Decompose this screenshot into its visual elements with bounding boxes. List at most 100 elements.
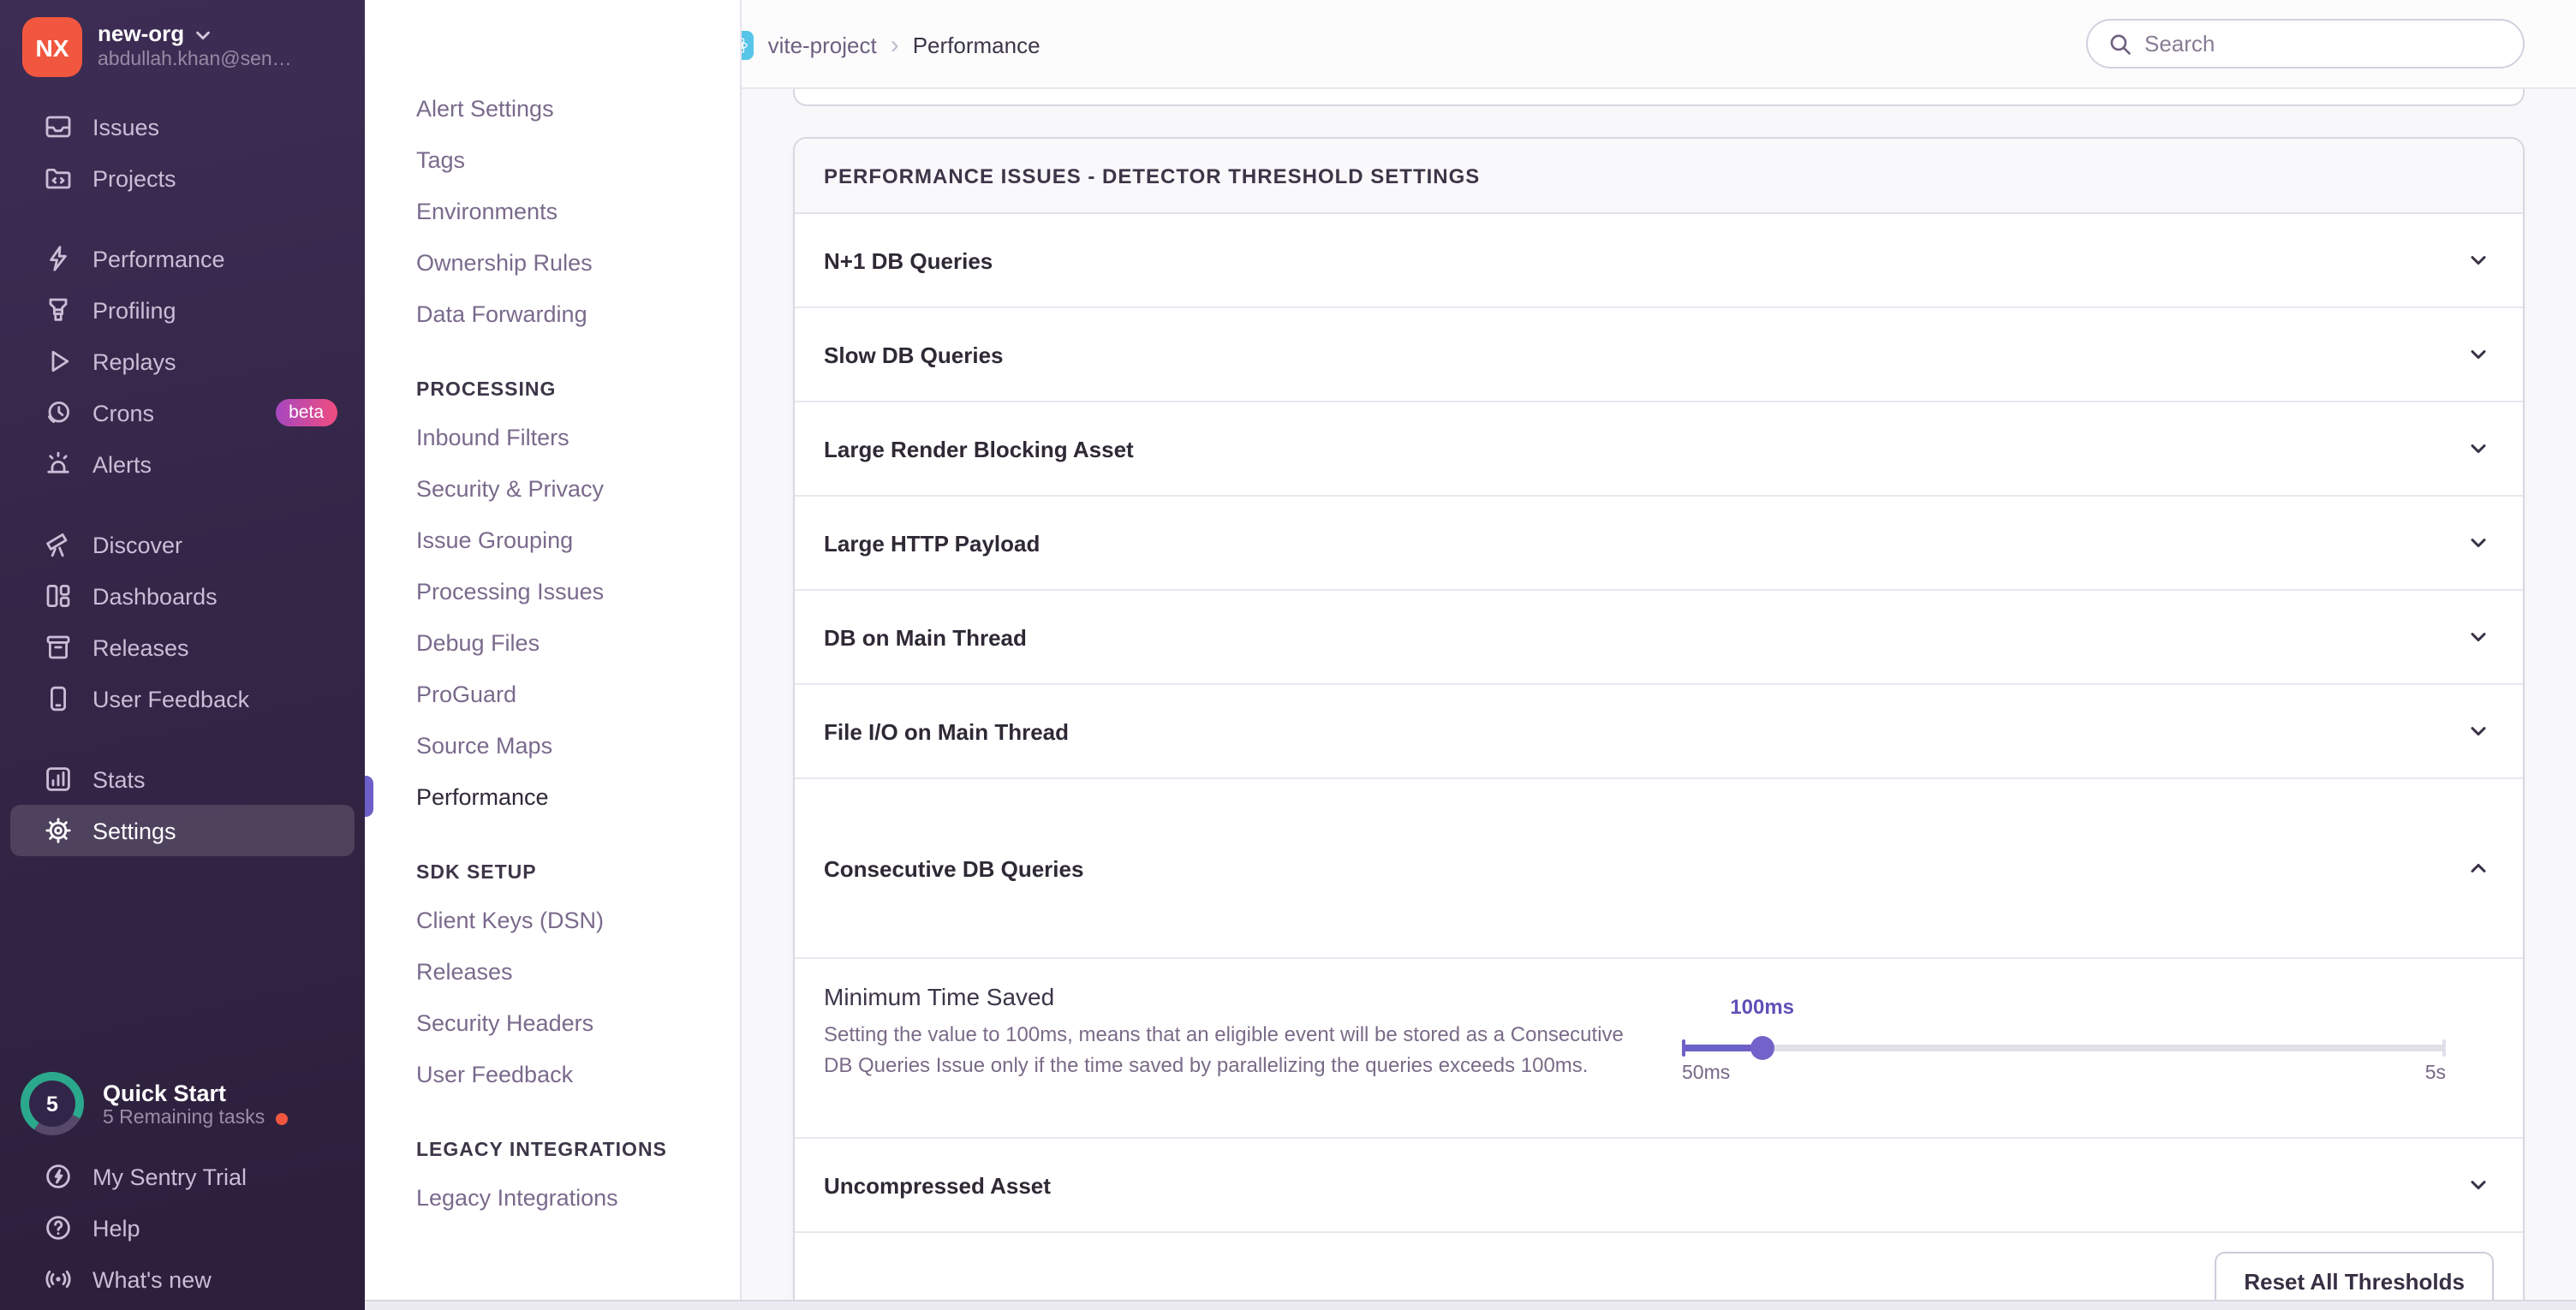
sidebar-item-help[interactable]: Help [10,1202,355,1253]
nav-item-proguard[interactable]: ProGuard [365,668,740,719]
feedback-icon [43,683,74,714]
nav-section-processing: PROCESSING [365,363,740,411]
chevron-down-icon[interactable] [2466,342,2490,366]
sidebar-item-discover[interactable]: Discover [10,519,355,570]
search-icon [2108,32,2132,56]
chevron-down-icon[interactable] [2466,1173,2490,1197]
chevron-down-icon[interactable] [2466,437,2490,461]
min-time-saved-slider[interactable]: 100ms 50ms 5s [1682,959,2446,1139]
sidebar-item-settings[interactable]: Settings [10,805,355,856]
org-email: abdullah.khan@sen… [98,48,292,74]
chevron-down-icon[interactable] [2466,248,2490,272]
chevron-down-icon[interactable] [2466,625,2490,649]
nav-item-ownership-rules[interactable]: Ownership Rules [365,236,740,288]
broadcast-icon [43,1264,74,1295]
nav-item-debug-files[interactable]: Debug Files [365,616,740,668]
breadcrumb-project[interactable]: vite-project [768,32,877,57]
settings-secondary-nav: Alert Settings Tags Environments Ownersh… [365,0,742,1310]
gear-icon [43,815,74,846]
nav-item-performance[interactable]: Performance [365,771,740,822]
detector-row-n1-db-queries[interactable]: N+1 DB Queries [795,214,2523,308]
previous-panel-edge [793,89,2525,106]
nav-item-legacy-integrations[interactable]: Legacy Integrations [365,1171,740,1223]
sidebar-item-profiling[interactable]: Profiling [10,284,355,336]
nav-section-sdk-setup: SDK SETUP [365,846,740,894]
alert-dot [275,1112,287,1124]
sidebar-item-replays[interactable]: Replays [10,336,355,387]
nav-section-legacy-integrations: LEGACY INTEGRATIONS [365,1123,740,1171]
folder-icon [43,163,74,194]
sidebar-item-performance[interactable]: Performance [10,233,355,284]
org-switcher[interactable]: NX new-org abdullah.khan@sen… [0,0,365,91]
lightning-icon [43,243,74,274]
clock-icon [43,397,74,428]
nav-item-processing-issues[interactable]: Processing Issues [365,565,740,616]
detector-row-large-http-payload[interactable]: Large HTTP Payload [795,497,2523,591]
org-avatar: NX [22,17,82,77]
sidebar-item-issues[interactable]: Issues [10,101,355,152]
bottom-strip [365,1300,2576,1310]
threshold-setting-description: Setting the value to 100ms, means that a… [824,1021,1643,1081]
stats-icon [43,764,74,795]
org-name: new-org [98,21,184,48]
slider-min-label: 50ms [1682,1063,1730,1084]
profiling-icon [43,295,74,325]
slider-thumb[interactable] [1750,1036,1774,1060]
chevron-down-icon[interactable] [2466,531,2490,555]
inbox-icon [43,111,74,142]
quick-start-count: 5 [29,1081,75,1127]
slider-max-label: 5s [2425,1063,2446,1084]
detector-row-consecutive-db-queries[interactable]: Consecutive DB Queries [795,779,2523,959]
nav-item-client-keys[interactable]: Client Keys (DSN) [365,894,740,945]
sidebar-item-projects[interactable]: Projects [10,152,355,204]
slider-track[interactable] [1682,1045,2446,1051]
sidebar-item-user-feedback[interactable]: User Feedback [10,673,355,724]
breadcrumb-separator: › [891,33,899,56]
sidebar-item-dashboards[interactable]: Dashboards [10,570,355,622]
primary-sidebar: NX new-org abdullah.khan@sen… Issues Pro… [0,0,365,1310]
chevron-up-icon[interactable] [2466,856,2490,880]
search-box[interactable] [2086,19,2525,68]
detector-row-slow-db-queries[interactable]: Slow DB Queries [795,308,2523,402]
bolt-circle-icon [43,1161,74,1192]
search-input[interactable] [2144,31,2502,57]
nav-item-alert-settings[interactable]: Alert Settings [365,82,740,134]
sidebar-item-my-sentry-trial[interactable]: My Sentry Trial [10,1151,355,1202]
nav-item-tags[interactable]: Tags [365,134,740,185]
nav-item-issue-grouping[interactable]: Issue Grouping [365,514,740,565]
quick-start[interactable]: 5 Quick Start 5 Remaining tasks [0,1072,365,1135]
chevron-down-icon[interactable] [2466,719,2490,743]
sidebar-nav: Issues Projects Performance Profiling [0,101,365,856]
detector-row-db-on-main-thread[interactable]: DB on Main Thread [795,591,2523,685]
sentry-settings-app: NX new-org abdullah.khan@sen… Issues Pro… [0,0,2576,1310]
siren-icon [43,449,74,479]
panel-title: PERFORMANCE ISSUES - DETECTOR THRESHOLD … [795,139,2523,214]
slider-value-label: 100ms [1730,995,1794,1019]
threshold-setting-title: Minimum Time Saved [824,981,1643,1014]
detector-row-uncompressed-asset[interactable]: Uncompressed Asset [795,1139,2523,1233]
nav-item-security-headers[interactable]: Security Headers [365,997,740,1048]
nav-item-source-maps[interactable]: Source Maps [365,719,740,771]
sidebar-item-alerts[interactable]: Alerts [10,438,355,490]
nav-item-environments[interactable]: Environments [365,185,740,236]
quick-start-title: Quick Start [103,1079,287,1108]
archive-icon [43,632,74,663]
beta-badge: beta [275,399,337,426]
breadcrumb-current[interactable]: Performance [913,32,1041,57]
nav-item-user-feedback[interactable]: User Feedback [365,1048,740,1099]
sidebar-item-releases[interactable]: Releases [10,622,355,673]
nav-item-security-privacy[interactable]: Security & Privacy [365,462,740,514]
detector-row-large-render-blocking-asset[interactable]: Large Render Blocking Asset [795,402,2523,497]
sidebar-item-crons[interactable]: Crons beta [10,387,355,438]
panel-footer: Reset All Thresholds [795,1233,2523,1310]
nav-item-inbound-filters[interactable]: Inbound Filters [365,411,740,462]
question-circle-icon [43,1212,74,1243]
play-icon [43,346,74,377]
detector-threshold-panel: PERFORMANCE ISSUES - DETECTOR THRESHOLD … [793,137,2525,1310]
sidebar-item-stats[interactable]: Stats [10,753,355,805]
quick-start-progress-ring: 5 [21,1072,84,1135]
nav-item-data-forwarding[interactable]: Data Forwarding [365,288,740,339]
nav-item-releases[interactable]: Releases [365,945,740,997]
sidebar-item-whats-new[interactable]: What's new [10,1253,355,1305]
detector-row-file-io-on-main-thread[interactable]: File I/O on Main Thread [795,685,2523,779]
